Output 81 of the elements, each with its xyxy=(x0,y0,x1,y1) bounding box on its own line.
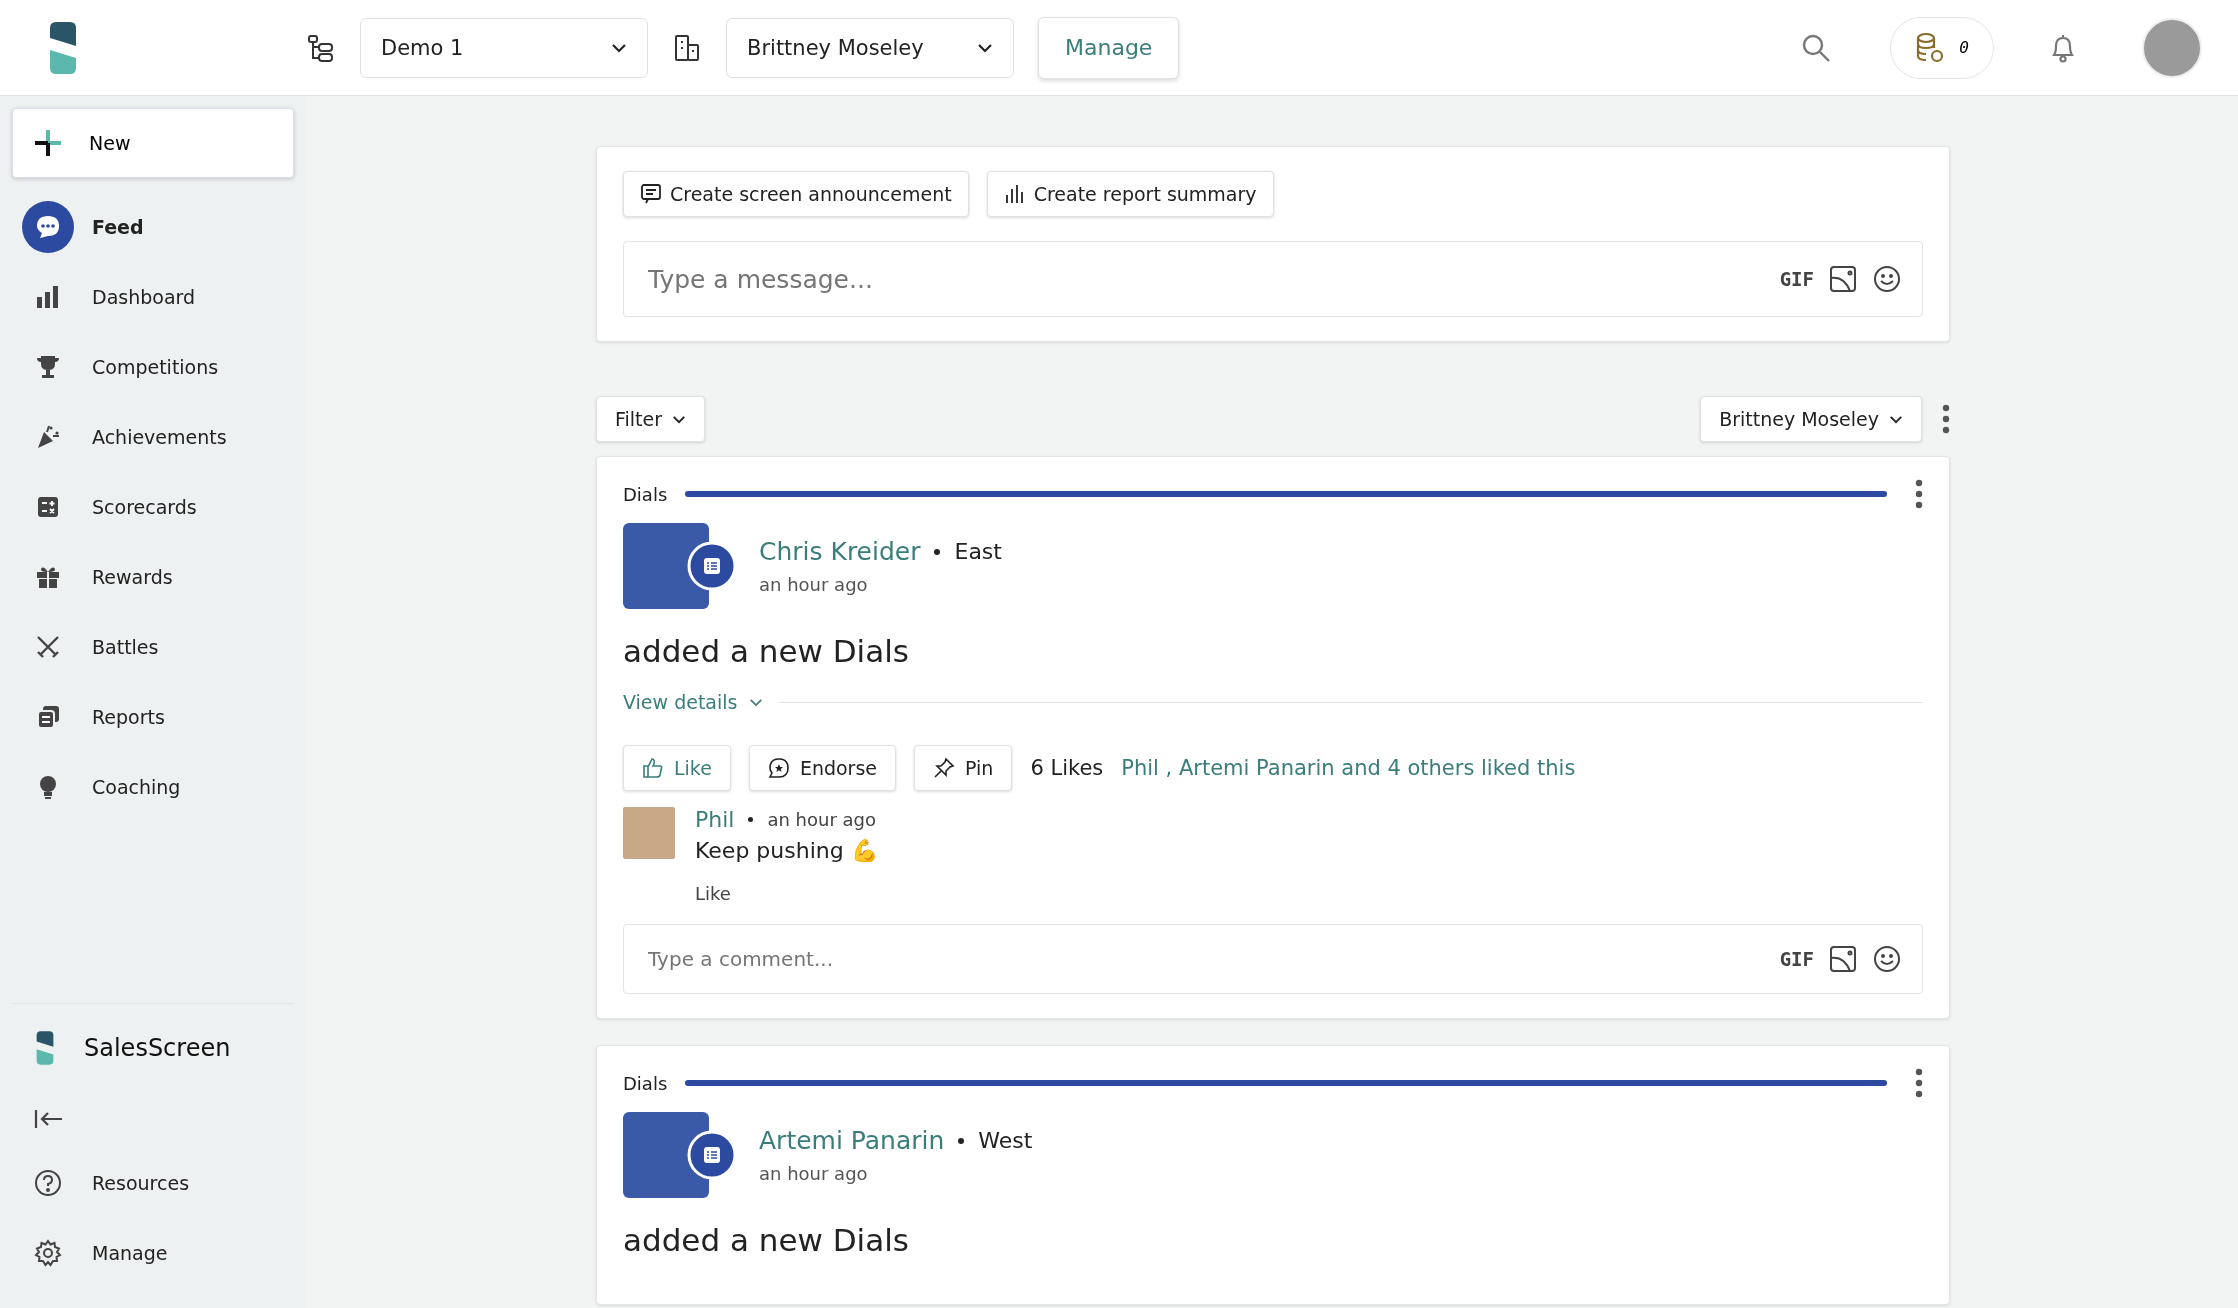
message-icon xyxy=(640,183,662,205)
create-button[interactable]: Create report summary xyxy=(986,171,1274,217)
star-bubble-icon xyxy=(767,757,790,779)
settings-icon xyxy=(34,1239,62,1267)
gif-button[interactable]: GIF xyxy=(1779,268,1814,290)
team-label: West xyxy=(978,1128,1033,1153)
likes-count: 6 Likes xyxy=(1030,756,1104,780)
crossed-swords-icon xyxy=(35,634,61,660)
brand-name: SalesScreen xyxy=(84,1034,231,1062)
comment-field[interactable]: Type a comment... GIF xyxy=(623,924,1923,994)
reaction-button[interactable]: Pin xyxy=(914,745,1013,791)
user-dropdown[interactable]: Brittney Moseley xyxy=(726,17,1014,78)
plus-icon xyxy=(33,128,63,158)
more-options-icon[interactable] xyxy=(1942,404,1950,434)
filter-dropdown[interactable]: Filter xyxy=(596,396,706,442)
pin-icon xyxy=(933,757,956,779)
author-link[interactable]: Artemi Panarin xyxy=(759,1126,945,1155)
team-label: East xyxy=(954,539,1002,564)
message-field[interactable]: Type a message... GIF xyxy=(623,241,1923,317)
more-options-icon[interactable] xyxy=(1915,479,1923,509)
more-options-icon[interactable] xyxy=(1915,1068,1923,1098)
author-link[interactable]: Chris Kreider xyxy=(759,537,921,566)
org-dropdown[interactable]: Demo 1 xyxy=(360,17,648,78)
emoji-icon[interactable] xyxy=(1872,264,1902,294)
manage-button[interactable]: Manage xyxy=(1038,16,1180,79)
list-badge-icon xyxy=(687,541,737,591)
photo-placeholder xyxy=(623,807,675,859)
coins-icon xyxy=(1915,31,1946,64)
post-text: added a new Dials xyxy=(623,1222,910,1258)
coins-button[interactable]: 0 xyxy=(1890,16,1994,79)
post-time: an hour ago xyxy=(759,1163,869,1184)
reaction-button[interactable]: Like xyxy=(623,745,731,791)
sidebar-item[interactable]: Dashboard xyxy=(12,262,294,332)
commenter-link[interactable]: Phil xyxy=(695,807,735,832)
new-button[interactable]: New xyxy=(12,108,294,178)
sidebar-item[interactable]: Battles xyxy=(12,612,294,682)
separator-dot xyxy=(748,817,754,822)
collapse-sidebar-icon[interactable] xyxy=(34,1108,64,1130)
sidebar-item[interactable]: Scorecards xyxy=(12,472,294,542)
gif-button[interactable]: GIF xyxy=(1779,948,1814,970)
metric-label: Dials xyxy=(623,483,668,505)
chevron-icon xyxy=(1889,414,1903,424)
reaction-button[interactable]: Endorse xyxy=(748,745,897,791)
image-icon[interactable] xyxy=(1828,264,1858,294)
sidebar-item[interactable]: Coaching xyxy=(12,752,294,822)
building-icon[interactable] xyxy=(672,32,702,63)
comment-time: an hour ago xyxy=(767,809,877,830)
list-badge-icon xyxy=(687,1130,737,1180)
chevron-icon xyxy=(672,414,687,424)
emoji-icon[interactable] xyxy=(1872,944,1902,974)
bar-chart-icon xyxy=(35,284,61,310)
scorecard-icon xyxy=(35,494,61,520)
chevron-icon xyxy=(749,697,764,707)
sidebar-item[interactable]: Feed xyxy=(12,192,294,262)
create-button[interactable]: Create screen announcement xyxy=(623,171,969,217)
comment-text: Keep pushing 💪 xyxy=(695,838,878,863)
hierarchy-icon[interactable] xyxy=(306,32,336,63)
metric-label: Dials xyxy=(623,1072,668,1094)
post-time: an hour ago xyxy=(759,574,869,595)
help-icon xyxy=(34,1169,62,1197)
separator-dot xyxy=(934,548,941,555)
sidebar-item[interactable]: Manage xyxy=(12,1218,294,1288)
image-icon[interactable] xyxy=(1828,944,1858,974)
logo-icon xyxy=(34,1030,56,1066)
view-details-toggle[interactable]: View details xyxy=(623,691,764,713)
bar-chart-icon xyxy=(1003,183,1026,205)
liked-by-link[interactable]: Phil , Artemi Panarin and 4 others liked this xyxy=(1121,756,1576,780)
sidebar-item[interactable]: Achievements xyxy=(12,402,294,472)
thumbs-up-icon xyxy=(642,757,664,779)
like-link[interactable]: Like xyxy=(695,883,731,904)
trophy-icon xyxy=(35,354,61,380)
sidebar-item[interactable]: Reports xyxy=(12,682,294,752)
chevron-icon xyxy=(977,42,993,53)
post-text: added a new Dials xyxy=(623,633,910,669)
separator-dot xyxy=(958,1137,965,1144)
user-filter-dropdown[interactable]: Brittney Moseley xyxy=(1700,396,1922,442)
sidebar-item[interactable]: Resources xyxy=(12,1148,294,1218)
chevron-icon xyxy=(611,42,627,53)
sidebar-item[interactable]: Rewards xyxy=(12,542,294,612)
party-popper-icon xyxy=(35,424,61,450)
sidebar-item[interactable]: Competitions xyxy=(12,332,294,402)
